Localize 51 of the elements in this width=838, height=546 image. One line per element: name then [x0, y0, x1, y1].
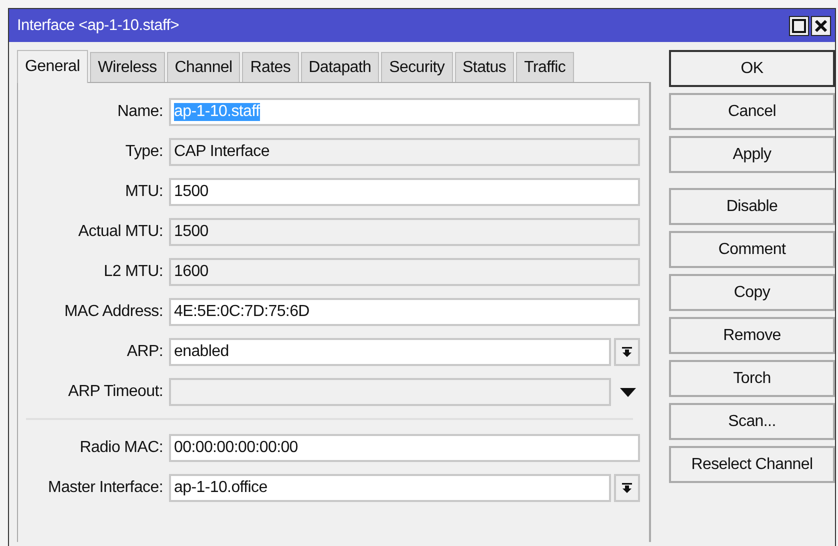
input-field[interactable]: 4E:5E:0C:7D:75:6D: [169, 298, 640, 326]
field-label: ARP:: [126, 343, 164, 361]
tab[interactable]: Security: [381, 52, 453, 82]
dropdown-button[interactable]: [614, 474, 640, 502]
tab[interactable]: General: [17, 50, 88, 83]
action-button[interactable]: Disable: [669, 188, 835, 225]
field-label: ARP Timeout:: [67, 383, 164, 401]
tab[interactable]: Status: [454, 52, 514, 82]
action-button[interactable]: Remove: [669, 317, 835, 354]
action-button[interactable]: Reselect Channel: [669, 446, 835, 483]
dropdown-field[interactable]: enabled: [169, 338, 611, 366]
dropdown-icon: [621, 346, 633, 358]
action-button[interactable]: Scan...: [669, 403, 835, 440]
action-button[interactable]: Apply: [669, 136, 835, 173]
input-field[interactable]: 00:00:00:00:00:00: [169, 434, 640, 462]
tab[interactable]: Rates: [242, 52, 299, 82]
dropdown-button[interactable]: [614, 338, 640, 366]
window-title: Interface <ap-1-10.staff>: [17, 16, 179, 34]
field-value: 4E:5E:0C:7D:75:6D: [174, 303, 310, 321]
field-label: Actual MTU:: [77, 223, 164, 241]
field-value: enabled: [174, 343, 229, 361]
field-value: 1500: [174, 223, 208, 241]
tab[interactable]: Channel: [166, 52, 240, 82]
action-button[interactable]: Comment: [669, 231, 835, 268]
tab[interactable]: Datapath: [300, 52, 380, 82]
field-label: Type:: [124, 143, 164, 161]
dropdown-field[interactable]: [169, 378, 611, 406]
field-value: 1500: [174, 183, 208, 201]
action-button[interactable]: Torch: [669, 360, 835, 397]
dropdown-icon: [621, 482, 633, 494]
field-label: Name:: [116, 103, 164, 121]
field-value: ap-1-10.staff: [174, 103, 260, 121]
maximize-icon[interactable]: [789, 16, 809, 36]
action-button[interactable]: OK: [669, 50, 835, 87]
field-label: MAC Address:: [63, 303, 164, 321]
field-value: 1600: [174, 263, 208, 281]
tab[interactable]: Traffic: [516, 52, 574, 82]
field-value: ap-1-10.office: [174, 479, 268, 497]
field-value: CAP Interface: [174, 143, 270, 161]
field-label: Radio MAC:: [78, 439, 164, 457]
field-label: L2 MTU:: [102, 263, 164, 281]
expand-icon[interactable]: [620, 388, 636, 396]
field-label: Master Interface:: [47, 479, 164, 497]
field-label: MTU:: [124, 183, 164, 201]
tab[interactable]: Wireless: [90, 52, 165, 82]
field-value: 00:00:00:00:00:00: [174, 439, 298, 457]
dropdown-field[interactable]: ap-1-10.office: [169, 474, 611, 502]
action-button[interactable]: Copy: [669, 274, 835, 311]
action-button[interactable]: Cancel: [669, 93, 835, 130]
input-field[interactable]: 1500: [169, 178, 640, 206]
close-icon[interactable]: [811, 16, 831, 36]
